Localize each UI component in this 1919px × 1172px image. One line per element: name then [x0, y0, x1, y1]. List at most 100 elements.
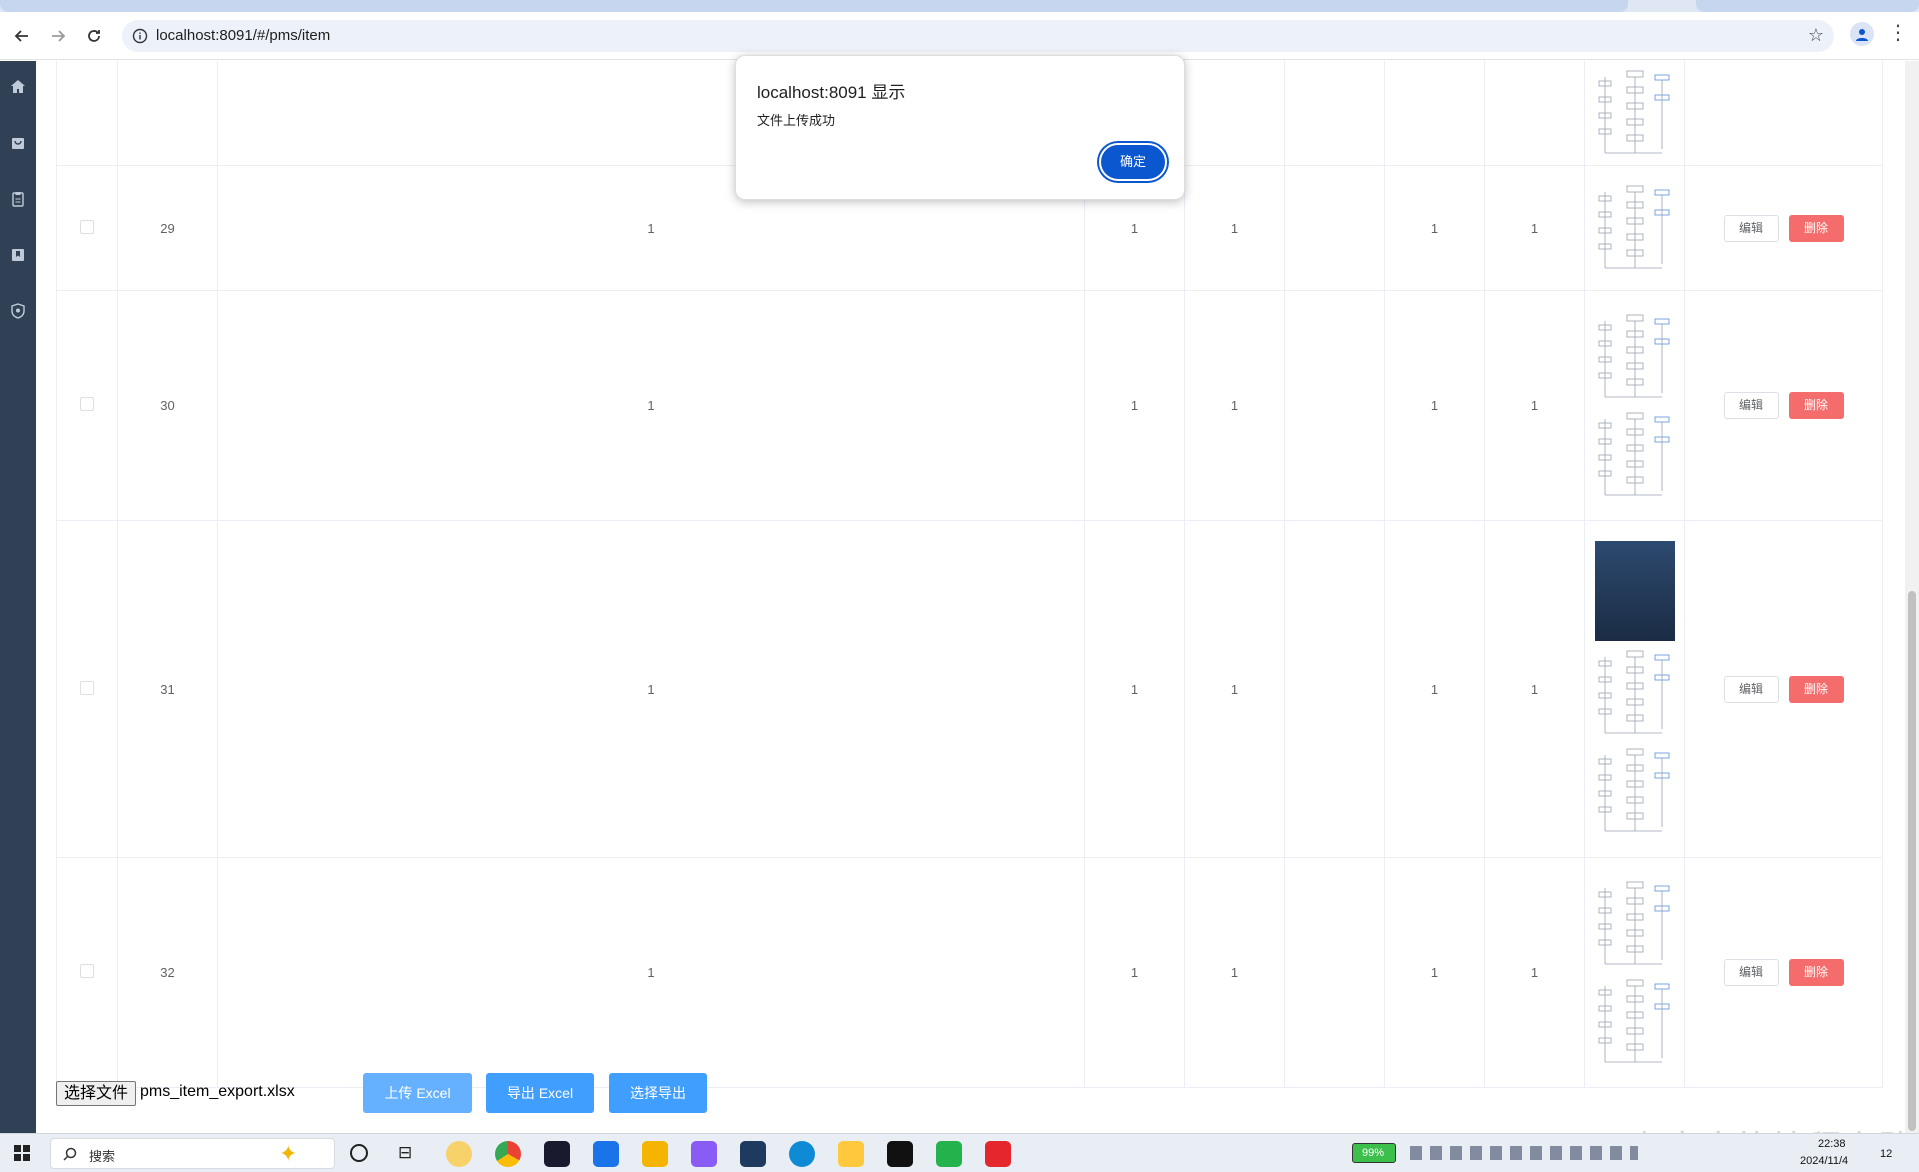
- app-icon-7[interactable]: [740, 1141, 766, 1167]
- edit-button[interactable]: 编辑: [1723, 959, 1779, 986]
- item-image[interactable]: [1594, 310, 1675, 403]
- file-explorer-icon[interactable]: [642, 1141, 668, 1167]
- clock-date[interactable]: 2024/11/4: [1800, 1155, 1848, 1167]
- checkbox-cell[interactable]: [56, 290, 118, 521]
- delete-button[interactable]: 删除: [1788, 214, 1844, 242]
- home-icon[interactable]: [8, 77, 28, 97]
- url-text[interactable]: localhost:8091/#/pms/item: [156, 27, 330, 44]
- tab-area-right[interactable]: [1696, 0, 1919, 12]
- arrow-right-icon: [52, 30, 66, 42]
- item-image[interactable]: [1594, 182, 1675, 274]
- value-cell-text: 1: [1430, 398, 1439, 413]
- image-cell: [1584, 165, 1685, 291]
- app-icon-6[interactable]: [691, 1141, 717, 1167]
- item-image[interactable]: [1594, 67, 1675, 159]
- item-image[interactable]: [1594, 745, 1675, 837]
- site-info-icon[interactable]: [130, 26, 150, 46]
- shopping-bag-icon[interactable]: [8, 133, 28, 153]
- edit-button[interactable]: 编辑: [1723, 392, 1779, 419]
- tab-area[interactable]: [0, 0, 1628, 12]
- app-icon-4[interactable]: [593, 1141, 619, 1167]
- profile-avatar-icon[interactable]: [1850, 22, 1874, 46]
- id-cell-text: 29: [160, 220, 175, 236]
- bookmark-star-icon[interactable]: ☆: [1808, 25, 1824, 46]
- checkbox-cell[interactable]: [56, 857, 118, 1088]
- checkbox-cell[interactable]: [56, 520, 118, 858]
- browser-toolbar: localhost:8091/#/pms/item ☆ ⋮: [0, 12, 1919, 60]
- wps-icon[interactable]: [985, 1141, 1011, 1167]
- id-cell-text: 32: [160, 965, 175, 980]
- checkbox-cell[interactable]: [56, 165, 118, 291]
- value-cell: 1: [1184, 520, 1285, 858]
- delete-button[interactable]: 删除: [1788, 675, 1844, 703]
- delete-button[interactable]: 删除: [1788, 959, 1844, 986]
- item-image[interactable]: [1594, 647, 1675, 739]
- value-cell-text: 1: [647, 398, 655, 413]
- scrollbar-thumb[interactable]: [1908, 591, 1916, 1131]
- value-cell: 1: [1384, 290, 1485, 521]
- taskbar-search[interactable]: 搜索 ✦: [50, 1138, 335, 1169]
- value-cell: 1: [1384, 857, 1485, 1088]
- value-cell-text: 1: [1230, 681, 1239, 697]
- edit-button[interactable]: 编辑: [1723, 675, 1779, 703]
- alert-dialog: localhost:8091 显示 文件上传成功 确定: [735, 55, 1185, 200]
- forward-button[interactable]: [44, 22, 72, 50]
- alert-ok-button[interactable]: 确定: [1099, 143, 1167, 181]
- choose-file-button[interactable]: 选择文件: [56, 1081, 136, 1106]
- edge-icon[interactable]: [789, 1141, 815, 1167]
- address-bar[interactable]: localhost:8091/#/pms/item ☆: [122, 20, 1834, 52]
- value-cell-text: 1: [1130, 681, 1139, 697]
- notification-icon[interactable]: 12: [1880, 1144, 1892, 1162]
- value-cell: [1384, 61, 1485, 166]
- terminal-icon[interactable]: [887, 1141, 913, 1167]
- sparkle-icon: ✦: [279, 1141, 298, 1166]
- upload-excel-button[interactable]: 上传 Excel: [363, 1073, 472, 1113]
- app-icon-1[interactable]: [446, 1141, 472, 1167]
- value-cell: 1: [217, 857, 1085, 1088]
- item-image[interactable]: [1594, 975, 1675, 1068]
- chrome-icon[interactable]: [495, 1141, 521, 1167]
- table-row: 30 1 1 1 1 1 编辑 删除: [56, 290, 1883, 521]
- row-checkbox[interactable]: [80, 964, 94, 978]
- bookmark-icon[interactable]: [8, 245, 28, 265]
- value-cell-text: 1: [647, 965, 655, 980]
- value-cell: 1: [217, 290, 1085, 521]
- clock-time[interactable]: 22:38: [1818, 1138, 1846, 1150]
- value-cell-text: 1: [1230, 965, 1239, 980]
- row-checkbox[interactable]: [80, 397, 94, 411]
- qq-icon[interactable]: [838, 1141, 864, 1167]
- intellij-icon[interactable]: [544, 1141, 570, 1167]
- windows-start-icon[interactable]: [14, 1145, 30, 1166]
- id-cell: 29: [117, 165, 218, 291]
- item-image[interactable]: [1594, 408, 1675, 501]
- clipboard-icon[interactable]: [8, 189, 28, 209]
- image-cell: [1584, 61, 1685, 166]
- widgets-icon[interactable]: ⊟: [398, 1143, 412, 1163]
- actions-cell: 编辑 删除: [1684, 290, 1883, 521]
- tray-icons[interactable]: [1410, 1146, 1638, 1160]
- delete-button[interactable]: 删除: [1788, 392, 1844, 419]
- value-cell: 1: [1484, 290, 1585, 521]
- export-excel-button[interactable]: 导出 Excel: [486, 1073, 594, 1113]
- task-view-icon[interactable]: [350, 1144, 368, 1162]
- edit-button[interactable]: 编辑: [1723, 214, 1779, 242]
- item-image[interactable]: [1594, 541, 1675, 641]
- page-scrollbar[interactable]: [1905, 61, 1919, 1133]
- shield-icon[interactable]: [8, 301, 28, 321]
- value-cell: 1: [1084, 290, 1185, 521]
- browser-menu-icon[interactable]: ⋮: [1888, 20, 1908, 45]
- item-image[interactable]: [1594, 877, 1675, 970]
- image-cell: [1584, 290, 1685, 521]
- row-checkbox[interactable]: [80, 680, 94, 695]
- hbuilder-icon[interactable]: [936, 1141, 962, 1167]
- value-cell-text: 1: [1130, 965, 1139, 980]
- value-cell-text: 1: [1430, 220, 1439, 236]
- row-checkbox[interactable]: [80, 219, 94, 234]
- select-export-button[interactable]: 选择导出: [609, 1073, 707, 1113]
- reload-button[interactable]: [80, 22, 108, 50]
- battery-indicator[interactable]: 99%: [1352, 1143, 1396, 1163]
- value-cell: [1284, 290, 1385, 521]
- back-button[interactable]: [8, 22, 36, 50]
- alert-message: 文件上传成功: [757, 113, 836, 128]
- value-cell-text: 1: [1530, 965, 1539, 980]
